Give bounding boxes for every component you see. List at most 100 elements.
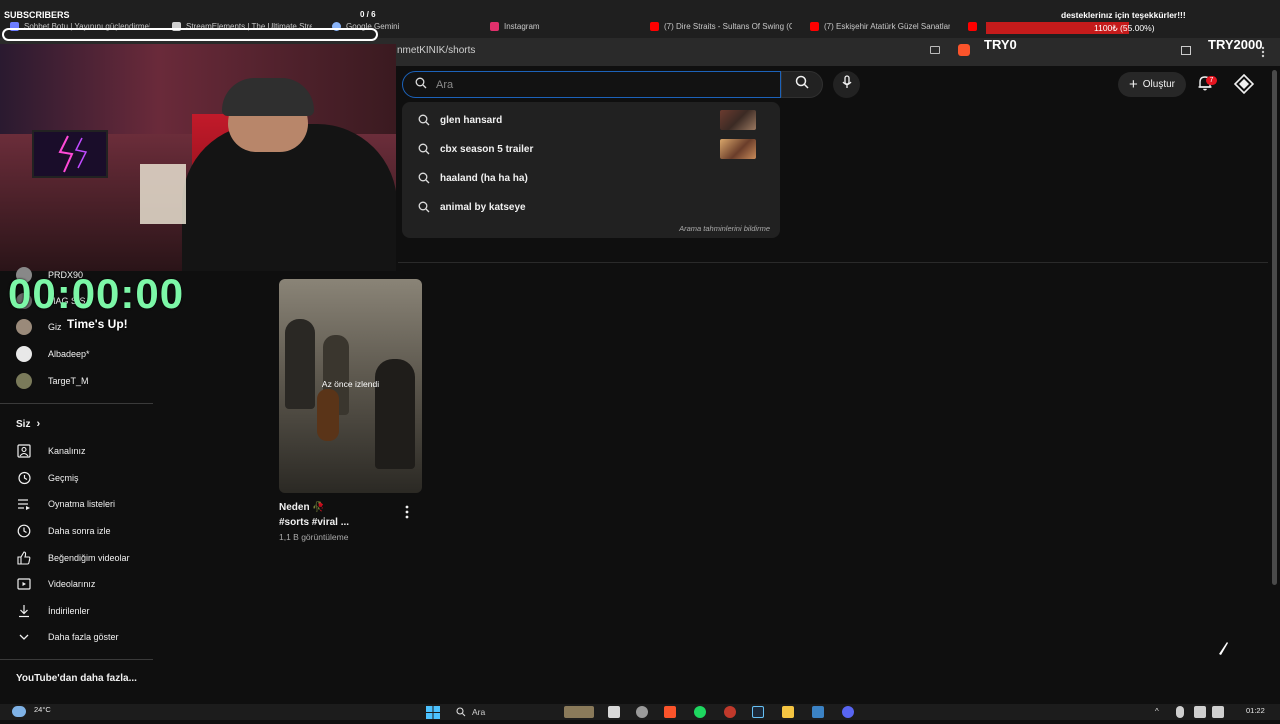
subscribers-count: 0 / 6 bbox=[360, 10, 376, 19]
suggestion-thumbnail bbox=[720, 139, 756, 159]
download-icon bbox=[16, 603, 32, 619]
search-icon bbox=[795, 75, 809, 94]
task-view-icon[interactable] bbox=[608, 706, 620, 718]
taskbar-clock[interactable]: 01:22 bbox=[1246, 706, 1265, 715]
playlist-icon bbox=[16, 496, 32, 512]
steam-icon[interactable] bbox=[752, 706, 764, 718]
brave-browser-icon[interactable] bbox=[664, 706, 676, 718]
tray-chevron-up-icon[interactable]: ^ bbox=[1155, 707, 1159, 716]
subscription-item[interactable]: TargeT_M bbox=[16, 368, 89, 394]
webcam-cap bbox=[222, 78, 314, 116]
search-icon bbox=[418, 143, 430, 155]
obs-icon[interactable] bbox=[724, 706, 736, 718]
url-text: nmetKINIK/shorts bbox=[397, 45, 476, 56]
history-icon bbox=[16, 470, 32, 486]
kebab-menu-icon bbox=[405, 505, 409, 519]
subscription-item[interactable]: Albadeep* bbox=[16, 341, 90, 367]
instagram-icon bbox=[490, 21, 499, 31]
webcam-overlay bbox=[0, 44, 396, 271]
sidebar-item-your-channel[interactable]: Kanalınız bbox=[16, 438, 86, 464]
volume-icon[interactable] bbox=[1212, 706, 1224, 718]
suggestion-item[interactable]: haaland (ha ha ha) bbox=[418, 164, 768, 192]
discord-icon[interactable] bbox=[842, 706, 854, 718]
channel-icon bbox=[16, 443, 32, 459]
notification-badge: 7 bbox=[1206, 76, 1217, 85]
video-icon bbox=[16, 576, 32, 592]
search-icon bbox=[418, 114, 430, 126]
search-icon bbox=[418, 172, 430, 184]
sidebar-item-your-videos[interactable]: Videolarınız bbox=[16, 571, 95, 597]
donation-goal-target: TRY2000 bbox=[1208, 37, 1263, 52]
timer-status: Time's Up! bbox=[67, 317, 128, 331]
app-icon[interactable] bbox=[812, 706, 824, 718]
suggestion-item[interactable]: animal by katseye bbox=[418, 193, 768, 221]
channel-avatar bbox=[16, 373, 32, 389]
suggestion-item[interactable]: cbx season 5 trailer bbox=[418, 135, 768, 163]
sidebar-item-watch-later[interactable]: Daha sonra izle bbox=[16, 518, 111, 544]
microphone-tray-icon[interactable] bbox=[1176, 706, 1184, 718]
sidebar-divider bbox=[0, 403, 153, 404]
tab-dire-straits[interactable]: (7) Dire Straits - Sultans Of Swing (C bbox=[650, 17, 792, 35]
chevron-down-icon bbox=[16, 629, 32, 645]
create-button[interactable]: + Oluştur bbox=[1118, 72, 1186, 97]
page-scrollbar[interactable] bbox=[1272, 70, 1277, 585]
voice-search-button[interactable] bbox=[833, 71, 860, 98]
search-icon bbox=[415, 76, 427, 94]
more-options-button[interactable] bbox=[401, 504, 413, 520]
windows-start-icon[interactable] bbox=[426, 706, 440, 719]
youtube-favicon-icon bbox=[810, 21, 819, 31]
microphone-icon bbox=[841, 75, 852, 94]
search-icon bbox=[418, 201, 430, 213]
brave-shield-icon[interactable] bbox=[958, 44, 970, 56]
sidebar-item-playlists[interactable]: Oynatma listeleri bbox=[16, 491, 115, 517]
you-section-title[interactable]: Siz › bbox=[16, 418, 40, 430]
sidebar-item-show-more[interactable]: Daha fazla göster bbox=[16, 624, 119, 650]
search-field[interactable] bbox=[402, 71, 781, 98]
donation-goal-label: desteklerinız için teşekkürler!!! bbox=[1061, 10, 1186, 20]
youtube-favicon-icon bbox=[650, 21, 659, 31]
channel-avatar bbox=[16, 319, 32, 335]
taskbar-search-highlight-icon[interactable] bbox=[564, 706, 594, 718]
search-input[interactable] bbox=[436, 78, 736, 91]
tab-eskisehir[interactable]: (7) Eskişehir Atatürk Güzel Sanatlar bbox=[810, 17, 950, 35]
search-button[interactable] bbox=[781, 71, 823, 98]
sidebar-item-downloads[interactable]: İndirilenler bbox=[16, 598, 90, 624]
donation-goal-start: TRY0 bbox=[984, 37, 1017, 52]
weather-icon[interactable] bbox=[12, 706, 26, 717]
content-divider bbox=[398, 262, 1268, 263]
sidebar-item-liked-videos[interactable]: Beğendiğim videolar bbox=[16, 545, 130, 571]
subscribers-label: SUBSCRIBERS bbox=[4, 10, 70, 20]
suggestion-thumbnail bbox=[720, 110, 756, 130]
taskbar-search[interactable]: Ara bbox=[456, 707, 485, 717]
report-predictions-link[interactable]: Arama tahminlerini bildirme bbox=[679, 224, 770, 233]
plus-icon: + bbox=[1129, 75, 1138, 93]
thumbs-up-icon bbox=[16, 550, 32, 566]
sidebar-divider bbox=[0, 659, 153, 660]
network-icon[interactable] bbox=[1194, 706, 1206, 718]
subscribers-progress-bar bbox=[2, 28, 378, 41]
short-view-count: 1,1 B görüntüleme bbox=[279, 532, 349, 542]
youtube-favicon-icon bbox=[968, 21, 977, 31]
thumbnail-figure bbox=[285, 319, 315, 409]
short-title[interactable]: Neden 🥀 #sorts #viral ... bbox=[279, 500, 389, 530]
watched-overlay-text: Az önce izlendi bbox=[321, 379, 380, 389]
clock-icon bbox=[16, 523, 32, 539]
file-explorer-icon[interactable] bbox=[782, 706, 794, 718]
webcam-lamp bbox=[140, 164, 186, 224]
spotify-icon[interactable] bbox=[694, 706, 706, 718]
short-thumbnail[interactable]: Az önce izlendi bbox=[279, 279, 422, 493]
search-suggestions-dropdown: glen hansard cbx season 5 trailer haalan… bbox=[402, 102, 780, 238]
settings-icon[interactable] bbox=[636, 706, 648, 718]
mouse-cursor-icon bbox=[1217, 641, 1229, 662]
tab-instagram[interactable]: Instagram bbox=[490, 17, 630, 35]
tab-active-youtube[interactable] bbox=[968, 17, 988, 35]
cast-icon[interactable] bbox=[930, 46, 940, 54]
suggestion-item[interactable]: glen hansard bbox=[418, 106, 768, 134]
webcam-monitor bbox=[32, 130, 108, 178]
account-avatar[interactable] bbox=[1233, 73, 1255, 95]
sidebar-item-history[interactable]: Geçmiş bbox=[16, 465, 79, 491]
weather-temperature: 24°C bbox=[34, 705, 51, 714]
search-icon bbox=[456, 707, 466, 717]
sidebar-toggle-icon[interactable] bbox=[1181, 46, 1191, 55]
chevron-right-icon: › bbox=[36, 418, 41, 430]
